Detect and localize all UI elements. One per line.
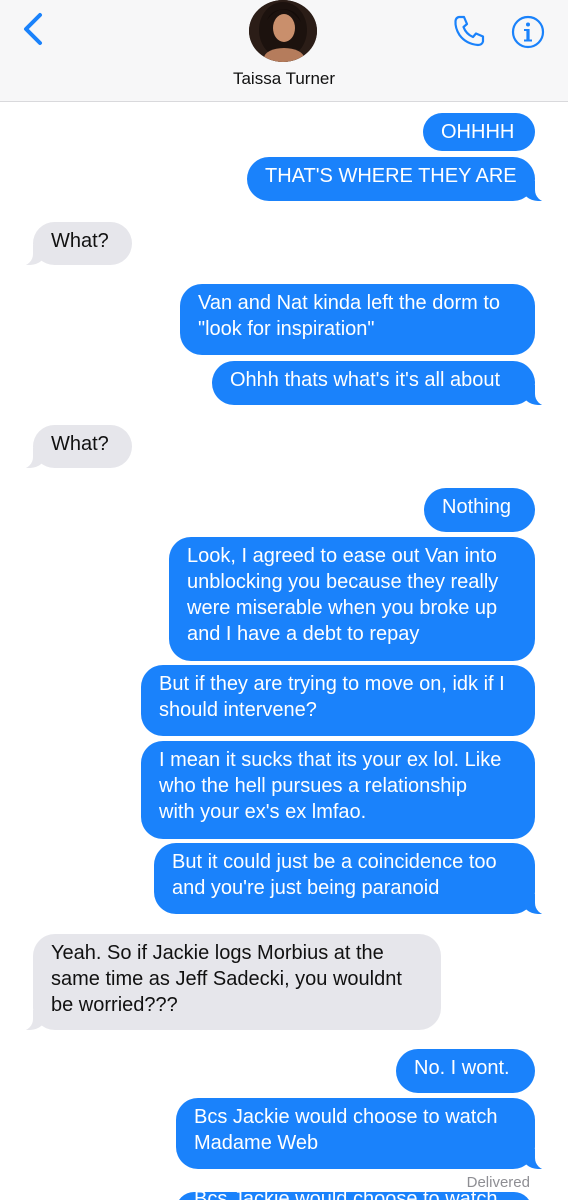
message-bubble[interactable]: Nothing xyxy=(424,488,535,532)
message-bubble[interactable]: Ohhh thats what's it's all about xyxy=(212,361,555,406)
conversation-header: Taissa Turner xyxy=(0,0,568,102)
message-bubble[interactable]: Look, I agreed to ease out Van into unbl… xyxy=(169,537,535,661)
message-bubble[interactable]: What? xyxy=(13,222,132,266)
message-bubble[interactable]: But if they are trying to move on, idk i… xyxy=(141,665,535,736)
message-bubble[interactable]: OHHHH xyxy=(423,113,535,151)
message-bubble[interactable]: No. I wont. xyxy=(396,1049,535,1093)
info-icon[interactable] xyxy=(510,14,546,50)
avatar-photo-icon xyxy=(249,0,317,62)
contact-avatar[interactable] xyxy=(249,0,317,62)
message-bubble[interactable]: Bcs Jackie would choose to watch Madame … xyxy=(176,1098,555,1170)
message-bubble[interactable]: THAT'S WHERE THEY ARE xyxy=(247,157,555,202)
back-chevron-icon[interactable] xyxy=(18,10,52,48)
message-bubble[interactable]: Van and Nat kinda left the dorm to "look… xyxy=(180,284,535,355)
message-bubble[interactable]: Yeah. So if Jackie logs Morbius at the s… xyxy=(13,934,441,1031)
partial-message-text: Bcs Jackie would choose to watch xyxy=(194,1192,514,1200)
partial-message-bubble[interactable]: Bcs Jackie would choose to watch xyxy=(176,1192,532,1200)
message-bubble[interactable]: What? xyxy=(13,425,132,469)
message-bubble[interactable]: I mean it sucks that its your ex lol. Li… xyxy=(141,741,535,839)
phone-icon[interactable] xyxy=(451,13,487,49)
message-bubble[interactable]: But it could just be a coincidence too a… xyxy=(154,843,555,915)
contact-name[interactable]: Taissa Turner xyxy=(0,69,568,89)
delivered-status: Delivered xyxy=(466,1174,530,1191)
